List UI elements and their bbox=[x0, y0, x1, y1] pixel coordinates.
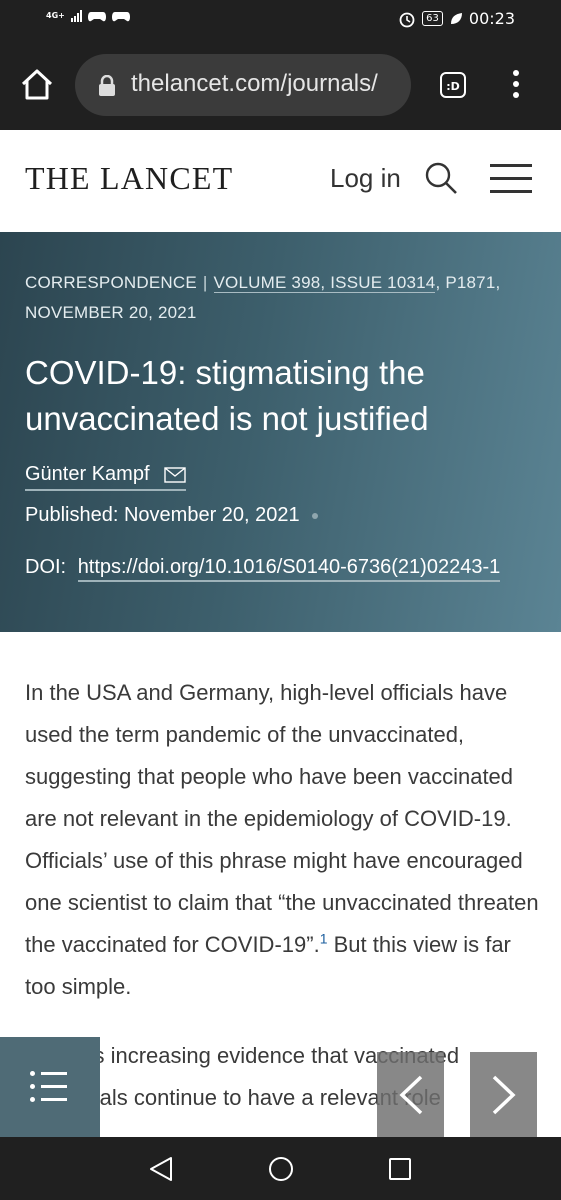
search-icon[interactable] bbox=[423, 160, 459, 196]
recent-apps-icon[interactable] bbox=[387, 1156, 413, 1182]
issue-date: NOVEMBER 20, 2021 bbox=[25, 303, 197, 322]
android-nav-bar bbox=[0, 1137, 561, 1200]
next-article-button[interactable] bbox=[470, 1052, 537, 1137]
back-icon[interactable] bbox=[147, 1155, 175, 1183]
game-controller-icon bbox=[87, 11, 106, 21]
paragraph-line: individuals continue to have a relevant … bbox=[25, 1085, 441, 1110]
status-right: 63 00:23 bbox=[398, 9, 515, 28]
browser-toolbar: thelancet.com/journals/ :D bbox=[0, 42, 561, 130]
status-left: 4G+ bbox=[46, 10, 130, 22]
article-title: COVID-19: stigmatising the unvaccinated … bbox=[25, 354, 429, 437]
login-link[interactable]: Log in bbox=[330, 163, 401, 194]
citation-link[interactable]: VOLUME 398, ISSUE 10314 bbox=[213, 273, 436, 293]
url-bar[interactable]: thelancet.com/journals/ bbox=[75, 54, 411, 116]
separator-dot bbox=[311, 512, 318, 519]
hamburger-menu-icon[interactable] bbox=[490, 164, 532, 194]
previous-article-button[interactable] bbox=[377, 1052, 444, 1137]
status-bar: 4G+ 63 00:23 bbox=[0, 0, 561, 42]
doi-label: DOI: bbox=[25, 556, 67, 578]
article-paragraph-2: There is increasing evidence that vaccin… bbox=[25, 1035, 541, 1145]
page-number: , P1871, bbox=[435, 273, 501, 292]
site-header: THE LANCET Log in bbox=[0, 130, 561, 230]
chevron-right-icon bbox=[492, 1075, 516, 1115]
list-icon bbox=[30, 1071, 72, 1102]
author-link[interactable]: Günter Kampf bbox=[25, 463, 186, 491]
article-hero: CORRESPONDENCE | VOLUME 398, ISSUE 10314, … bbox=[0, 232, 561, 632]
alarm-icon bbox=[399, 12, 415, 27]
published-line: Published: November 20, 2021 bbox=[25, 504, 318, 527]
network-type: 4G+ bbox=[46, 11, 65, 20]
site-logo[interactable]: THE LANCET bbox=[25, 160, 233, 197]
author-name[interactable]: Günter Kampf bbox=[25, 463, 150, 486]
chevron-left-icon bbox=[399, 1075, 423, 1115]
doi-line: DOI: https://doi.org/10.1016/S0140-6736(… bbox=[25, 556, 501, 582]
game-controller-icon bbox=[111, 11, 130, 21]
published-label: Published: bbox=[25, 504, 119, 526]
battery-level: 63 bbox=[422, 11, 443, 26]
leaf-icon bbox=[450, 12, 462, 24]
paragraph-text: In the USA and Germany, high-level offic… bbox=[25, 680, 539, 957]
published-date: November 20, 2021 bbox=[123, 504, 300, 526]
clock: 00:23 bbox=[468, 9, 515, 28]
article-meta: CORRESPONDENCE | VOLUME 398, ISSUE 10314, … bbox=[25, 273, 501, 322]
url-text[interactable]: thelancet.com/journals/ bbox=[131, 70, 406, 98]
home-icon[interactable] bbox=[20, 68, 54, 102]
email-icon[interactable] bbox=[163, 466, 186, 483]
doi-link[interactable]: https://doi.org/10.1016/S0140-6736(21)02… bbox=[77, 556, 501, 582]
home-nav-icon[interactable] bbox=[267, 1155, 295, 1183]
tab-switcher-button[interactable]: :D bbox=[440, 72, 466, 98]
paragraph-line: There is increasing evidence that vaccin… bbox=[25, 1043, 460, 1068]
section-label[interactable]: CORRESPONDENCE bbox=[25, 273, 197, 292]
signal-icon bbox=[70, 10, 82, 22]
lock-icon bbox=[99, 75, 115, 96]
more-vert-icon[interactable] bbox=[510, 70, 522, 102]
article-paragraph: In the USA and Germany, high-level offic… bbox=[25, 672, 541, 1008]
